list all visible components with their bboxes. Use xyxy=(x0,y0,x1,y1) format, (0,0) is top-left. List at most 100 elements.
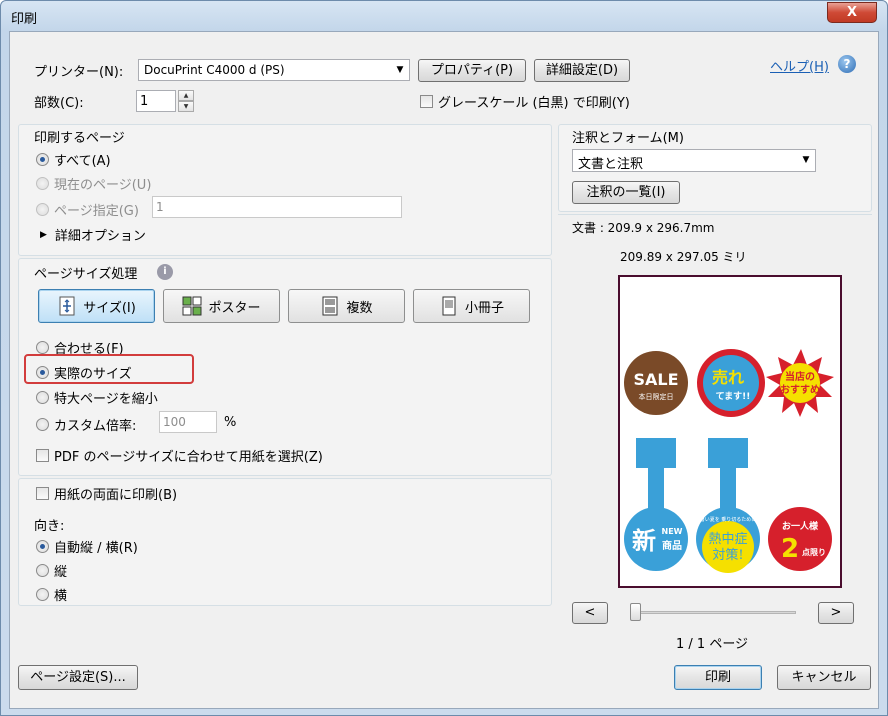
portrait-label: 縦 xyxy=(54,565,68,580)
chevron-down-icon: ▼ xyxy=(802,155,810,165)
pages-range-label: ページ指定(G) xyxy=(54,204,139,219)
radio-icon xyxy=(36,177,49,190)
size-mode-button[interactable]: サイズ(I) xyxy=(38,289,155,323)
copies-label: 部数(C): xyxy=(34,96,84,111)
poster-icon xyxy=(182,296,202,316)
portrait-radio[interactable]: 縦 xyxy=(36,561,67,580)
auto-orientation-label: 自動縦 / 横(R) xyxy=(54,541,138,556)
shrink-label: 特大ページを縮小 xyxy=(54,392,158,407)
checkbox-icon xyxy=(36,449,49,462)
divider xyxy=(558,214,872,215)
pop-stem-left xyxy=(636,438,676,468)
heatstroke-text: 熱中症 xyxy=(708,532,747,547)
comments-heading: 注釈とフォーム(M) xyxy=(572,131,684,146)
pages-range-radio[interactable]: ページ指定(G) xyxy=(36,200,139,219)
pages-all-radio[interactable]: すべて(A) xyxy=(36,150,111,169)
radio-icon xyxy=(36,391,49,404)
landscape-radio[interactable]: 横 xyxy=(36,585,67,604)
next-page-button[interactable]: > xyxy=(818,602,854,624)
limit-unit-text: 点限り xyxy=(802,547,826,557)
comments-selected-value: 文書と注釈 xyxy=(578,157,644,172)
cancel-button[interactable]: キャンセル xyxy=(777,665,871,690)
stepper-down-icon[interactable]: ▼ xyxy=(178,101,194,112)
summarize-comments-button[interactable]: 注釈の一覧(I) xyxy=(572,181,680,204)
booklet-icon xyxy=(439,296,459,316)
page-setup-button[interactable]: ページ設定(S)... xyxy=(18,665,138,690)
sale-text: SALE xyxy=(633,370,678,389)
pages-all-label: すべて(A) xyxy=(54,154,111,169)
comments-select[interactable]: 文書と注釈 ▼ xyxy=(572,149,816,172)
limit-number: 2 xyxy=(781,534,799,564)
pop-stem-right xyxy=(708,438,748,468)
page-count: 1 / 1 ページ xyxy=(676,637,749,652)
shrink-radio[interactable]: 特大ページを縮小 xyxy=(36,388,158,407)
poster-mode-button[interactable]: ポスター xyxy=(163,289,280,323)
recommend-text: 当店の xyxy=(785,370,815,383)
new-text: 新 xyxy=(632,527,656,555)
page-slider-thumb[interactable] xyxy=(630,603,641,621)
booklet-mode-label: 小冊子 xyxy=(464,300,504,316)
radio-icon xyxy=(36,341,49,354)
selling-text: 売れ xyxy=(712,368,744,387)
title-bar: 印刷 X xyxy=(1,1,887,31)
choose-paper-label: PDF のページサイズに合わせて用紙を選択(Z) xyxy=(54,450,323,465)
print-button[interactable]: 印刷 xyxy=(674,665,762,690)
recommend-subtext: おすすめ xyxy=(780,384,820,396)
print-dialog: 印刷 X プリンター(N): DocuPrint C4000 d (PS) ▼ … xyxy=(0,0,888,716)
multiple-mode-label: 複数 xyxy=(346,300,373,316)
custom-scale-label: カスタム倍率: xyxy=(54,419,137,434)
copies-input[interactable]: 1 xyxy=(136,90,176,112)
custom-scale-radio[interactable]: カスタム倍率: xyxy=(36,415,136,434)
dialog-body: プリンター(N): DocuPrint C4000 d (PS) ▼ プロパティ… xyxy=(9,31,879,709)
page-slider-track[interactable] xyxy=(632,611,796,614)
percent-label: % xyxy=(224,415,237,430)
product-label: 商品 xyxy=(662,539,682,552)
custom-scale-input[interactable]: 100 xyxy=(159,411,217,433)
poster-mode-label: ポスター xyxy=(208,300,261,316)
expand-arrow-icon: ▶ xyxy=(40,229,47,240)
orientation-heading: 向き: xyxy=(34,519,65,534)
radio-icon xyxy=(36,153,49,166)
radio-icon xyxy=(36,203,49,216)
properties-button[interactable]: プロパティ(P) xyxy=(418,59,526,82)
grayscale-checkbox[interactable]: グレースケール (白黒) で印刷(Y) xyxy=(420,92,630,111)
close-button[interactable]: X xyxy=(827,2,877,23)
page-sizing-heading: ページサイズ処理 xyxy=(34,267,138,282)
pages-current-radio[interactable]: 現在のページ(U) xyxy=(36,174,151,193)
radio-icon xyxy=(36,540,49,553)
page-range-input[interactable]: 1 xyxy=(152,196,402,218)
copies-stepper[interactable]: ▲ ▼ xyxy=(178,90,194,112)
stepper-up-icon[interactable]: ▲ xyxy=(178,90,194,101)
duplex-label: 用紙の両面に印刷(B) xyxy=(54,488,178,503)
per-person-text: お一人様 xyxy=(782,520,819,532)
advanced-button[interactable]: 詳細設定(D) xyxy=(534,59,630,82)
selling-subtext: てます!! xyxy=(716,391,751,402)
heatstroke-small-text: 暑い夏を 乗り切るために xyxy=(700,516,757,523)
checkbox-icon xyxy=(36,487,49,500)
grayscale-label: グレースケール (白黒) で印刷(Y) xyxy=(438,96,630,111)
multiple-mode-button[interactable]: 複数 xyxy=(288,289,405,323)
chevron-down-icon: ▼ xyxy=(396,65,404,75)
more-options-toggle[interactable]: ▶ 詳細オプション xyxy=(40,225,146,244)
printer-label: プリンター(N): xyxy=(34,65,124,80)
previous-page-button[interactable]: < xyxy=(572,602,608,624)
radio-icon xyxy=(36,418,49,431)
printer-select[interactable]: DocuPrint C4000 d (PS) ▼ xyxy=(138,59,410,81)
choose-paper-checkbox[interactable]: PDF のページサイズに合わせて用紙を選択(Z) xyxy=(36,446,323,465)
copies-value: 1 xyxy=(140,94,149,109)
radio-icon xyxy=(36,588,49,601)
auto-orientation-radio[interactable]: 自動縦 / 横(R) xyxy=(36,537,138,556)
booklet-mode-button[interactable]: 小冊子 xyxy=(413,289,530,323)
page-size: 209.89 x 297.05 ミリ xyxy=(620,250,747,264)
help-icon[interactable]: ? xyxy=(838,55,856,73)
multiple-pages-icon xyxy=(320,296,340,316)
help-link[interactable]: ヘルプ(H) xyxy=(770,56,829,75)
checkbox-icon xyxy=(420,95,433,108)
pages-current-label: 現在のページ(U) xyxy=(54,178,152,193)
pages-heading: 印刷するページ xyxy=(34,131,125,146)
printer-selected-value: DocuPrint C4000 d (PS) xyxy=(144,63,285,77)
preview-artwork: SALE 本日限定日 売れ てます!! 当店の おすすめ 新 NEW 商品 暑い… xyxy=(624,349,834,573)
document-size: 文書 : 209.9 x 296.7mm xyxy=(572,221,715,235)
info-icon[interactable]: i xyxy=(157,264,173,280)
duplex-checkbox[interactable]: 用紙の両面に印刷(B) xyxy=(36,484,177,503)
